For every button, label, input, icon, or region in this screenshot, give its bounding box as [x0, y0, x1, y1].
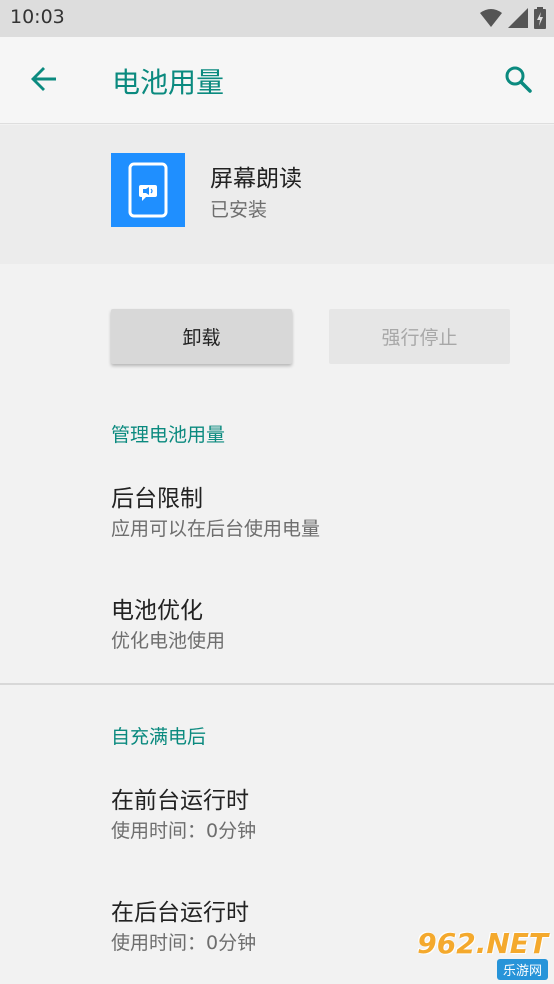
pref-title: 后台限制 [111, 486, 203, 512]
pref-title: 在后台运行时 [111, 900, 249, 926]
pref-summary: 使用时间：0分钟 [111, 820, 257, 842]
pref-summary: 应用可以在后台使用电量 [111, 518, 321, 540]
section-header-since-full-charge: 自充满电后 [111, 726, 207, 748]
pref-title: 在前台运行时 [111, 788, 249, 814]
search-icon [504, 65, 532, 97]
status-time: 10:03 [10, 6, 65, 28]
force-stop-button[interactable]: 强行停止 [329, 309, 510, 364]
divider [0, 683, 554, 685]
pref-summary: 优化电池使用 [111, 630, 226, 652]
pref-foreground-usage[interactable]: 在前台运行时 使用时间：0分钟 [111, 786, 531, 845]
signal-icon [508, 8, 528, 32]
pref-background-restriction[interactable]: 后台限制 应用可以在后台使用电量 [111, 484, 531, 543]
page-title: 电池用量 [112, 66, 225, 99]
battery-icon [534, 7, 546, 33]
watermark-main: 962.NET [417, 927, 548, 960]
app-install-status: 已安装 [210, 199, 268, 221]
search-button[interactable] [496, 59, 540, 103]
app-bar: 电池用量 [0, 37, 554, 124]
back-button[interactable] [22, 59, 66, 103]
app-name: 屏幕朗读 [210, 166, 302, 192]
arrow-back-icon [30, 65, 58, 97]
watermark-logo: 962.NET 乐游网 [417, 929, 548, 980]
app-icon [111, 153, 185, 227]
wifi-icon [480, 8, 502, 32]
section-header-manage: 管理电池用量 [111, 424, 226, 446]
uninstall-button[interactable]: 卸载 [111, 309, 292, 364]
screen-reader-icon [128, 162, 168, 218]
pref-title: 电池优化 [111, 598, 203, 624]
app-header: 屏幕朗读 已安装 [0, 125, 554, 264]
pref-battery-optimization[interactable]: 电池优化 优化电池使用 [111, 596, 531, 655]
watermark-sub: 乐游网 [496, 959, 548, 980]
status-icons [480, 7, 546, 33]
status-bar: 10:03 [0, 0, 554, 37]
